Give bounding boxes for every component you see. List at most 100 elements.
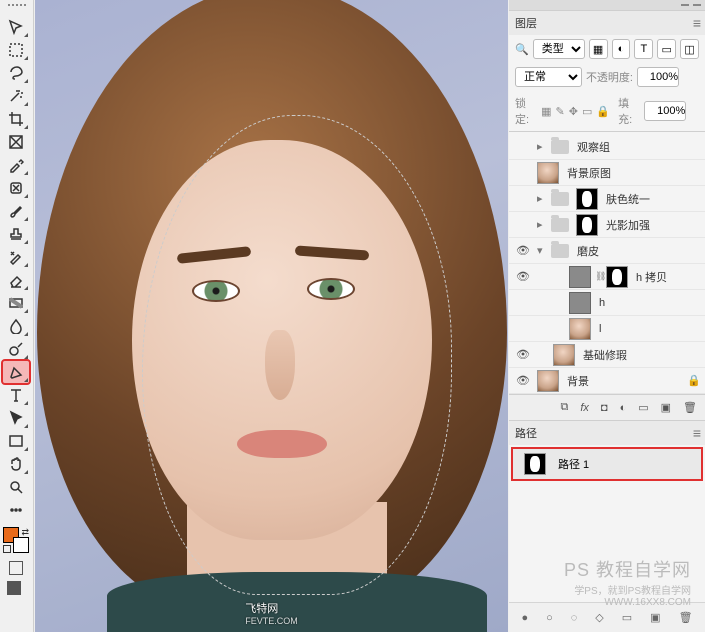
adjustment-icon[interactable]: ◐ bbox=[620, 402, 627, 414]
mask-add-icon[interactable]: ◘ bbox=[601, 402, 608, 414]
patch-tool[interactable] bbox=[3, 177, 29, 199]
eyedropper-tool[interactable] bbox=[3, 154, 29, 176]
move-tool[interactable] bbox=[3, 16, 29, 38]
layer-name[interactable]: 观察组 bbox=[577, 139, 610, 155]
lock-position-icon[interactable]: ✥ bbox=[569, 105, 578, 118]
history-brush-tool[interactable] bbox=[3, 246, 29, 268]
layer-name[interactable]: 肤色统一 bbox=[606, 191, 650, 207]
type-tool[interactable] bbox=[3, 384, 29, 406]
hand-tool[interactable] bbox=[3, 453, 29, 475]
color-swatches[interactable]: ⇄ bbox=[3, 527, 29, 553]
layer-mask-thumb[interactable] bbox=[576, 214, 598, 236]
lock-all-icon[interactable]: 🔒 bbox=[596, 105, 610, 118]
filter-smart-icon[interactable]: ◫ bbox=[680, 39, 699, 59]
panel-menu-icon[interactable]: ≡ bbox=[693, 425, 699, 441]
default-colors-icon[interactable] bbox=[3, 545, 11, 553]
lock-pixels-icon[interactable]: ▦ bbox=[541, 105, 551, 118]
visibility-toggle[interactable]: 👁 bbox=[509, 270, 537, 283]
link-icon[interactable]: ⛓ bbox=[595, 271, 603, 282]
layer-name[interactable]: 光影加强 bbox=[606, 217, 650, 233]
chevron-icon[interactable]: ▸ bbox=[537, 218, 551, 231]
layer-row[interactable]: l bbox=[509, 316, 705, 342]
layer-name[interactable]: h 拷贝 bbox=[636, 269, 667, 285]
layer-thumb[interactable] bbox=[569, 292, 591, 314]
layer-row[interactable]: 👁▾ 磨皮 bbox=[509, 238, 705, 264]
dodge-tool[interactable] bbox=[3, 338, 29, 360]
layer-row[interactable]: 👁背景🔒 bbox=[509, 368, 705, 394]
lock-artboard-icon[interactable]: ▭ bbox=[582, 105, 592, 118]
wand-tool[interactable] bbox=[3, 85, 29, 107]
edit-toolbar[interactable] bbox=[3, 499, 29, 521]
layer-thumb[interactable] bbox=[569, 266, 591, 288]
chevron-icon[interactable]: ▾ bbox=[537, 244, 551, 257]
screenmode-toggle[interactable] bbox=[3, 579, 29, 597]
chevron-icon[interactable]: ▸ bbox=[537, 140, 551, 153]
mask-path-icon[interactable]: ▭ bbox=[622, 611, 632, 624]
layer-name[interactable]: 背景原图 bbox=[567, 165, 611, 181]
visibility-toggle[interactable]: 👁 bbox=[509, 374, 537, 387]
fx-icon[interactable]: fx bbox=[580, 402, 589, 414]
layer-name[interactable]: 背景 bbox=[567, 373, 589, 389]
chevron-icon[interactable]: ▸ bbox=[537, 192, 551, 205]
blur-tool[interactable] bbox=[3, 315, 29, 337]
layer-mask-thumb[interactable] bbox=[576, 188, 598, 210]
layer-row[interactable]: ▸ 光影加强 bbox=[509, 212, 705, 238]
new-path-icon[interactable]: ▣ bbox=[650, 611, 660, 624]
path-to-sel-icon[interactable]: ◌ bbox=[571, 612, 578, 624]
fill-path-icon[interactable]: ● bbox=[521, 612, 528, 624]
filter-pixel-icon[interactable]: ▦ bbox=[589, 39, 608, 59]
delete-path-icon[interactable]: 🗑 bbox=[679, 611, 693, 624]
layer-name[interactable]: 基础修瑕 bbox=[583, 347, 627, 363]
zoom-tool[interactable] bbox=[3, 476, 29, 498]
layer-filter-kind[interactable]: 类型 bbox=[533, 39, 585, 59]
pen-tool[interactable] bbox=[3, 361, 29, 383]
layer-row[interactable]: 👁 ⛓ h 拷贝 bbox=[509, 264, 705, 290]
layer-row[interactable]: ▸ 肤色统一 bbox=[509, 186, 705, 212]
frame-tool[interactable] bbox=[3, 131, 29, 153]
stroke-path-icon[interactable]: ○ bbox=[546, 612, 553, 624]
opacity-input[interactable] bbox=[637, 67, 679, 87]
visibility-toggle[interactable]: 👁 bbox=[509, 348, 537, 361]
layer-thumb[interactable] bbox=[537, 370, 559, 392]
layer-row[interactable]: h bbox=[509, 290, 705, 316]
panel-menu-icon[interactable]: ≡ bbox=[693, 15, 699, 31]
filter-adjust-icon[interactable]: ◐ bbox=[612, 39, 631, 59]
swap-colors-icon[interactable]: ⇄ bbox=[21, 527, 29, 538]
delete-icon[interactable]: 🗑 bbox=[683, 401, 697, 414]
lock-paint-icon[interactable]: ✎ bbox=[556, 105, 565, 118]
visibility-toggle[interactable]: 👁 bbox=[509, 244, 537, 257]
gradient-tool[interactable] bbox=[3, 292, 29, 314]
group-icon[interactable]: ▭ bbox=[638, 401, 648, 414]
layer-thumb[interactable] bbox=[569, 318, 591, 340]
path-item[interactable]: 路径 1 bbox=[513, 449, 701, 479]
stamp-tool[interactable] bbox=[3, 223, 29, 245]
toolbox-grip[interactable] bbox=[0, 4, 33, 12]
sel-to-path-icon[interactable]: ◇ bbox=[595, 611, 603, 624]
panel-collapse-bar[interactable] bbox=[509, 0, 705, 10]
rectangle-tool[interactable] bbox=[3, 430, 29, 452]
layer-name[interactable]: 磨皮 bbox=[577, 243, 599, 259]
crop-tool[interactable] bbox=[3, 108, 29, 130]
filter-type-icon[interactable]: T bbox=[634, 39, 653, 59]
eraser-tool[interactable] bbox=[3, 269, 29, 291]
layer-thumb[interactable] bbox=[553, 344, 575, 366]
layer-mask-thumb[interactable] bbox=[606, 266, 628, 288]
layer-row[interactable]: 背景原图 bbox=[509, 160, 705, 186]
marquee-tool[interactable] bbox=[3, 39, 29, 61]
filter-shape-icon[interactable]: ▭ bbox=[657, 39, 676, 59]
background-color[interactable] bbox=[13, 537, 29, 553]
layer-row[interactable]: 👁 基础修瑕 bbox=[509, 342, 705, 368]
link-layers-icon[interactable]: ⧉ bbox=[560, 401, 568, 414]
new-layer-icon[interactable]: ▣ bbox=[661, 401, 671, 414]
fill-input[interactable] bbox=[644, 101, 686, 121]
path-select-tool[interactable] bbox=[3, 407, 29, 429]
brush-tool[interactable] bbox=[3, 200, 29, 222]
quickmask-toggle[interactable] bbox=[3, 559, 29, 577]
blend-mode-select[interactable]: 正常 bbox=[515, 67, 582, 87]
layer-thumb[interactable] bbox=[537, 162, 559, 184]
document-canvas[interactable]: 飞特网 FEVTE.COM bbox=[35, 0, 508, 632]
layer-name[interactable]: h bbox=[599, 297, 605, 309]
layer-row[interactable]: ▸ 观察组 bbox=[509, 134, 705, 160]
lasso-tool[interactable] bbox=[3, 62, 29, 84]
search-icon[interactable]: 🔍 bbox=[515, 43, 529, 56]
